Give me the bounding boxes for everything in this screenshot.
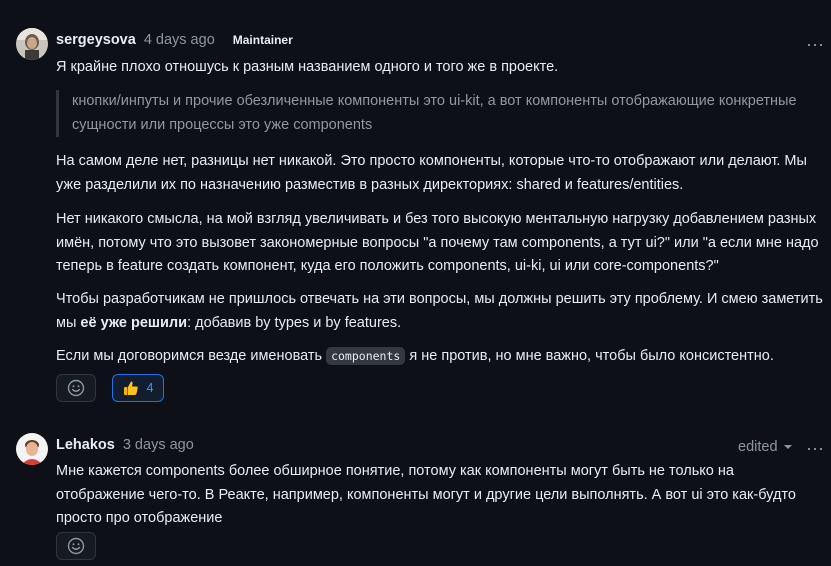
comment-header: sergeysova 4 days ago Maintainer (56, 32, 293, 48)
author-name[interactable]: Lehakos (56, 437, 115, 453)
chevron-down-icon (783, 445, 792, 450)
blockquote: кнопки/инпуты и прочие обезличенные комп… (56, 90, 831, 137)
add-reaction-button[interactable] (56, 532, 96, 560)
avatar-sergeysova[interactable] (16, 28, 48, 60)
reaction-count: 4 (146, 381, 154, 395)
edited-label: edited (738, 439, 778, 455)
paragraph-text: я не против, но мне важно, чтобы было ко… (405, 348, 774, 364)
comment-timestamp[interactable]: 4 days ago (144, 32, 215, 48)
comment-paragraph: Нет никакого смысла, на мой взгляд увели… (56, 211, 819, 274)
thumbs-up-reaction-button[interactable]: 4 (112, 374, 164, 402)
edited-dropdown[interactable]: edited (738, 439, 792, 455)
paragraph-text: : добавив by types и by features. (187, 314, 402, 331)
comment-options-icon[interactable]: ⋯ (806, 36, 825, 54)
thumbs-up-icon (123, 381, 138, 395)
avatar-lehakos[interactable] (16, 433, 48, 465)
smiley-icon (67, 537, 85, 555)
smiley-icon (67, 379, 85, 397)
author-name[interactable]: sergeysova (56, 32, 136, 48)
comment-paragraph: Чтобы разработчикам не пришлось отвечать… (56, 288, 826, 335)
comment-paragraph: Я крайне плохо отношусь к разным названи… (56, 59, 559, 75)
comment-options-icon[interactable]: ⋯ (806, 440, 825, 458)
avatar-image (16, 433, 48, 465)
comment-paragraph: На самом деле нет, разницы нет никакой. … (56, 153, 807, 193)
comment-paragraph: Если мы договоримся везде именовать comp… (56, 345, 826, 369)
comment-paragraph: Мне кажется components более обширное по… (56, 463, 796, 526)
inline-code: components (326, 347, 406, 365)
add-reaction-button[interactable] (56, 374, 96, 402)
bold-text: её уже решили (80, 314, 188, 331)
comment-timestamp[interactable]: 3 days ago (123, 437, 194, 453)
paragraph-text: Если мы договоримся везде именовать (56, 348, 327, 364)
maintainer-badge: Maintainer (232, 33, 293, 47)
avatar-image (16, 28, 48, 60)
comment-header: Lehakos 3 days ago (56, 437, 194, 453)
